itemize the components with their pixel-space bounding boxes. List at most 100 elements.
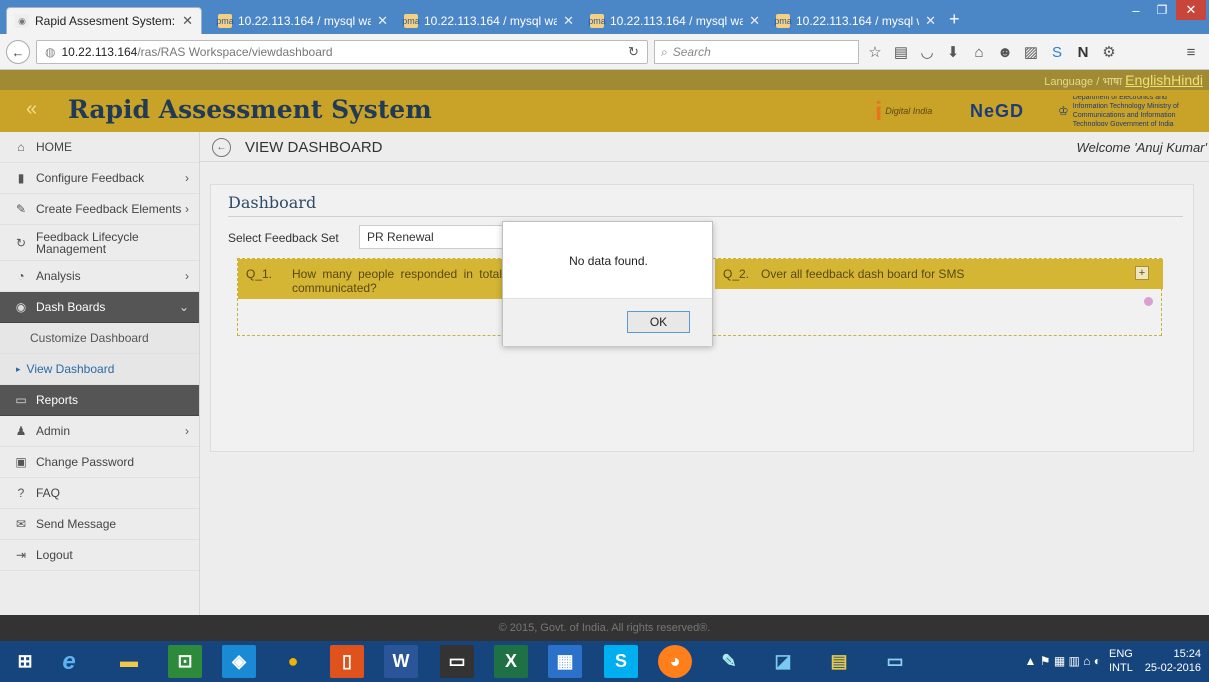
close-window-button[interactable]: ✕ [1176, 0, 1206, 20]
office-icon[interactable]: ▯ [330, 645, 364, 678]
minimize-button[interactable]: – [1122, 0, 1150, 20]
sidebar-item-reports[interactable]: ▭ Reports [0, 385, 199, 416]
search-icon: ⌕ [661, 44, 668, 59]
paint-icon[interactable]: ✎ [712, 645, 746, 678]
widget-icon[interactable] [1144, 297, 1153, 306]
browser-tab-active[interactable]: ◉ Rapid Assesment System: ... ✕ [6, 7, 202, 34]
chevron-down-icon: ⌄ [178, 300, 189, 314]
excel-icon[interactable]: X [494, 645, 528, 678]
sidebar-item-home[interactable]: ⌂ HOME [0, 132, 199, 163]
tray-icons[interactable]: ▲ ⚑ ▦ ▥ ⌂ ◐ [1025, 654, 1101, 668]
logout-icon: ⇥ [15, 548, 27, 562]
screenshot-icon[interactable]: ▨ [1022, 43, 1040, 61]
sidebar-item-send-message[interactable]: ✉ Send Message [0, 509, 199, 540]
report-icon: ▭ [15, 393, 27, 407]
skype-icon[interactable]: S [1048, 43, 1066, 61]
sidebar-item-change-password[interactable]: ▣ Change Password [0, 447, 199, 478]
windows-start-icon[interactable]: ⊞ [8, 645, 42, 678]
pencil-icon: ✎ [15, 202, 27, 216]
browser-tab[interactable]: pma 10.22.113.164 / mysql wa... ✕ [582, 7, 768, 34]
sidebar-item-create-feedback-elements[interactable]: ✎ Create Feedback Elements › [0, 194, 199, 225]
sidebar-item-analysis[interactable]: ◔ Analysis › [0, 261, 199, 292]
clock[interactable]: 15:24 25-02-2016 [1141, 647, 1201, 675]
sidebar-item-faq[interactable]: ? FAQ [0, 478, 199, 509]
reload-icon[interactable]: ↻ [628, 44, 639, 60]
dialog-footer: OK [503, 298, 712, 346]
store-icon[interactable]: ⊡ [168, 645, 202, 678]
close-tab-icon[interactable]: ✕ [182, 13, 193, 29]
site-info-icon[interactable]: ◍ [45, 45, 55, 59]
browser-nav-bar: ← ◍ 10.22.113.164/ras/RAS Workspace/view… [0, 34, 1209, 70]
n-extension-icon[interactable]: N [1074, 43, 1092, 61]
chrome-icon[interactable]: ● [276, 645, 310, 678]
apps-grid-icon[interactable]: ▦ [548, 645, 582, 678]
browser-tab[interactable]: pma 10.22.113.164 / mysql wa... ✕ [210, 7, 396, 34]
expand-plus-icon[interactable]: + [1135, 266, 1149, 280]
search-input[interactable]: ⌕ Search [654, 40, 859, 64]
sidebar-item-dash-boards[interactable]: ◉ Dash Boards ⌄ [0, 292, 199, 323]
new-tab-button[interactable]: + [949, 9, 960, 30]
sidebar-item-logout[interactable]: ⇥ Logout [0, 540, 199, 571]
emblem-icon: ♔ [1058, 103, 1069, 118]
question-2-header[interactable]: Q_2. Over all feedback dash board for SM… [715, 259, 1163, 289]
dashboard-title: Dashboard [228, 193, 317, 212]
sidebar-item-feedback-lifecycle[interactable]: ↻ Feedback Lifecycle Management [0, 225, 199, 261]
chevron-right-icon: › [185, 269, 189, 283]
bookmark-star-icon[interactable]: ☆ [866, 43, 884, 61]
notes-icon[interactable]: ◪ [766, 645, 800, 678]
word-icon[interactable]: W [384, 645, 418, 678]
pocket-icon[interactable]: ◡ [918, 43, 936, 61]
chat-icon[interactable]: ☻ [996, 43, 1014, 61]
question-icon: ? [17, 486, 25, 500]
feedback-set-select[interactable]: PR Renewal [359, 225, 519, 249]
close-tab-icon[interactable]: ✕ [925, 13, 936, 29]
browser-tab[interactable]: pma 10.22.113.164 / mysql wa... ✕ [396, 7, 582, 34]
browser-tab[interactable]: pma 10.22.113.164 / mysql wa... ✕ [768, 7, 944, 34]
page-title: VIEW DASHBOARD [245, 139, 383, 156]
url-bar[interactable]: ◍ 10.22.113.164/ras/RAS Workspace/viewda… [36, 40, 648, 64]
remote-desktop-icon[interactable]: ▭ [878, 645, 912, 678]
extension-icon[interactable]: ⚙ [1100, 43, 1118, 61]
sidebar-item-admin[interactable]: ♟ Admin › [0, 416, 199, 447]
restore-button[interactable]: ❐ [1150, 0, 1174, 20]
sidebar-item-customize-dashboard[interactable]: Customize Dashboard [0, 323, 199, 354]
close-tab-icon[interactable]: ✕ [749, 13, 760, 29]
app-header: « Rapid Assessment System i Digital Indi… [0, 90, 1209, 132]
menu-icon[interactable]: ≡ [1182, 43, 1200, 61]
globe-icon: ◉ [15, 14, 29, 28]
collapse-sidebar-icon[interactable]: « [26, 98, 37, 121]
app-icon[interactable]: ◈ [222, 645, 256, 678]
english-link[interactable]: English [1125, 72, 1171, 88]
internet-explorer-icon[interactable]: e [52, 645, 86, 678]
browser-back-button[interactable]: ← [6, 40, 30, 64]
chevron-right-icon: › [185, 171, 189, 185]
caret-right-icon: ▸ [16, 363, 21, 374]
reading-list-icon[interactable]: ▤ [892, 43, 910, 61]
winrar-icon[interactable]: ▤ [822, 645, 856, 678]
skype-taskbar-icon[interactable]: S [604, 645, 638, 678]
home-browser-icon[interactable]: ⌂ [970, 43, 988, 61]
hindi-link[interactable]: Hindi [1171, 72, 1203, 88]
file-icon: ▮ [17, 171, 25, 185]
file-explorer-icon[interactable]: ▬ [112, 645, 146, 678]
sidebar-item-configure-feedback[interactable]: ▮ Configure Feedback › [0, 163, 199, 194]
ok-button[interactable]: OK [627, 311, 690, 333]
firefox-icon[interactable]: ◕ [658, 645, 692, 678]
download-icon[interactable]: ⬇ [944, 43, 962, 61]
app-title: Rapid Assessment System [68, 95, 432, 124]
digital-india-logo: i Digital India [875, 95, 933, 126]
deity-logo: ♔ Department of Electronics and Informat… [1058, 96, 1179, 126]
dashboard-icon: ◉ [15, 300, 27, 314]
back-arrow-icon[interactable]: ← [212, 138, 231, 157]
sidebar-item-view-dashboard[interactable]: ▸ View Dashboard [0, 354, 199, 385]
dialog-message: No data found. [569, 254, 648, 268]
close-tab-icon[interactable]: ✕ [377, 13, 388, 29]
terminal-icon[interactable]: ▭ [440, 645, 474, 678]
user-icon: ♟ [15, 424, 27, 438]
browser-tab-bar: ◉ Rapid Assesment System: ... ✕ pma 10.2… [0, 0, 1209, 34]
phpmyadmin-icon: pma [588, 13, 606, 28]
feedback-set-label: Select Feedback Set [228, 231, 339, 245]
language-strip: Language / भाषा EnglishHindi [0, 70, 1209, 90]
question-1-header[interactable]: Q_1. How many people responded in total … [238, 259, 503, 299]
close-tab-icon[interactable]: ✕ [563, 13, 574, 29]
